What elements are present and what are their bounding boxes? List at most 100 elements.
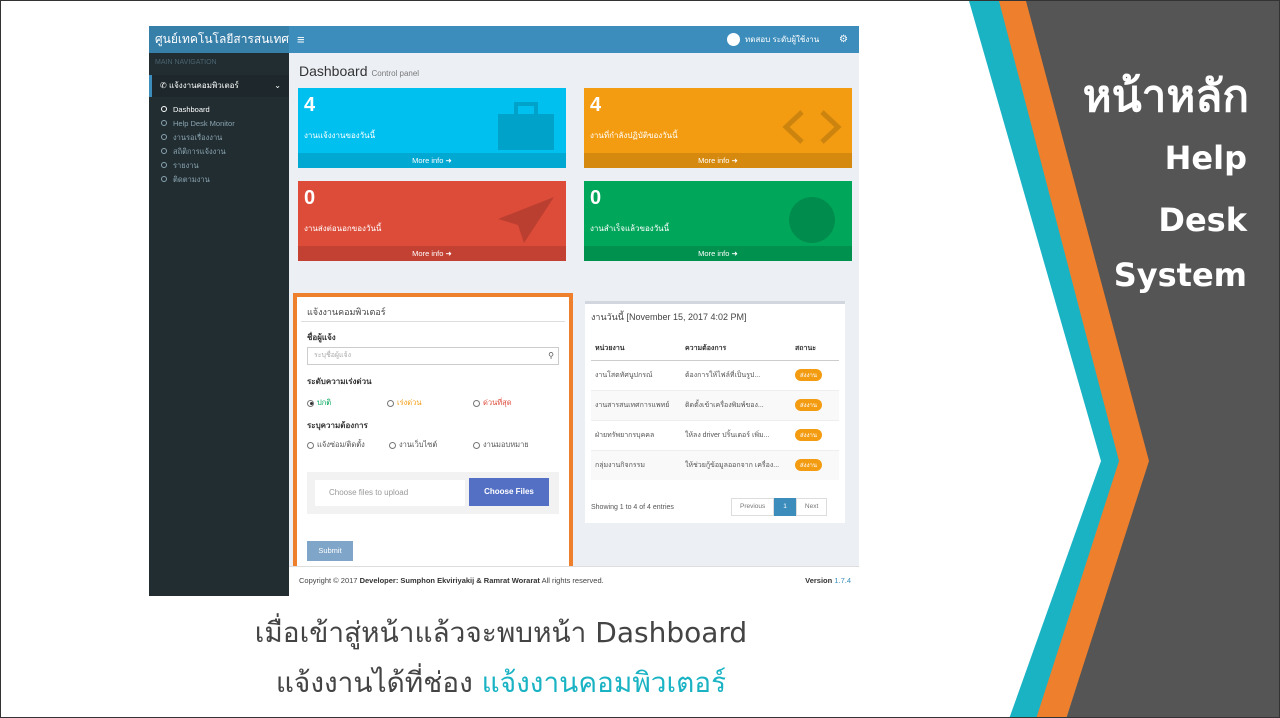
box-label: งานส่งต่อนอกของวันนี้ bbox=[304, 224, 382, 233]
cell-department: กลุ่มงานกิจกรรม bbox=[591, 449, 681, 480]
cell-need: ติดตั้งเข้าเครื่องพิมพ์ของ... bbox=[681, 389, 791, 420]
circle-icon bbox=[161, 134, 167, 140]
cell-department: งานสารสนเทศการแพทย์ bbox=[591, 389, 681, 420]
box-label: งานสำเร็จแล้วของวันนี้ bbox=[590, 224, 670, 233]
more-info-link[interactable]: More info ➜ bbox=[298, 246, 566, 261]
urgency-normal-radio[interactable]: ปกติ bbox=[307, 397, 331, 409]
status-badge: ส่งงาน bbox=[795, 429, 822, 441]
info-box-forwarded: 0 งานส่งต่อนอกของวันนี้ More info ➜ bbox=[298, 181, 566, 261]
more-info-link[interactable]: More info ➜ bbox=[584, 153, 852, 168]
sidebar-item-label: Help Desk Monitor bbox=[173, 119, 235, 128]
name-label: ชื่อผู้แจ้ง bbox=[307, 333, 336, 342]
app-screenshot: ศูนย์เทคโนโลยีสารสนเทศ ≡ ทดสอบ ระดับผู้ใ… bbox=[149, 26, 859, 596]
radio-label: เร่งด่วน bbox=[397, 398, 422, 407]
need-assigned-radio[interactable]: งานมอบหมาย bbox=[473, 439, 529, 451]
hamburger-icon[interactable]: ≡ bbox=[297, 26, 305, 53]
column-header[interactable]: สถานะ bbox=[791, 338, 839, 361]
next-page-button[interactable]: Next bbox=[795, 498, 828, 516]
submit-button[interactable]: Submit bbox=[307, 541, 353, 561]
file-upload-field[interactable]: Choose files to upload bbox=[315, 480, 465, 506]
divider bbox=[301, 321, 565, 322]
more-info-link[interactable]: More info ➜ bbox=[584, 246, 852, 261]
page-1-button[interactable]: 1 bbox=[774, 498, 796, 516]
caption-line-1: เมื่อเข้าสู่หน้าแล้วจะพบหน้า Dashboard bbox=[254, 616, 748, 649]
circle-icon bbox=[161, 120, 167, 126]
chevron-down-icon: ⌄ bbox=[274, 81, 281, 90]
table-heading: งานวันนี้ [November 15, 2017 4:02 PM] bbox=[591, 312, 747, 322]
radio-label: แจ้งซ่อม/ติดตั้ง bbox=[317, 440, 365, 449]
cell-status: ส่งงาน bbox=[791, 389, 839, 420]
box-count: 0 bbox=[304, 187, 316, 209]
sidebar-item-stats[interactable]: สถิติการแจ้งงาน bbox=[149, 145, 289, 159]
check-circle-icon bbox=[789, 197, 835, 243]
table-row[interactable]: งานสารสนเทศการแพทย์ ติดตั้งเข้าเครื่องพิ… bbox=[591, 389, 839, 420]
circle-icon bbox=[161, 148, 167, 154]
sidebar-submenu: Dashboard Help Desk Monitor งานรอเรื่องง… bbox=[149, 103, 289, 187]
file-upload: Choose files to upload Choose Files bbox=[307, 472, 559, 514]
slide: หน้าหลัก Help Desk System ศูนย์เทคโนโลยี… bbox=[0, 0, 1280, 718]
column-header[interactable]: หน่วยงาน bbox=[591, 338, 681, 361]
box-label: งานที่กำลังปฏิบัติของวันนี้ bbox=[590, 131, 678, 140]
user-avatar[interactable] bbox=[727, 33, 740, 46]
sidebar-item-dashboard[interactable]: Dashboard bbox=[149, 103, 289, 117]
jobs-table: หน่วยงาน ความต้องการ สถานะ งานโสตทัศนูปก… bbox=[591, 338, 839, 480]
more-info-label: More info bbox=[412, 156, 444, 165]
radio-label: ด่วนที่สุด bbox=[483, 398, 512, 407]
cell-need: ให้ลง driver ปริ้นเตอร์ เพิ่ม... bbox=[681, 419, 791, 450]
page-subtitle: Control panel bbox=[371, 69, 420, 78]
sidebar-item-reports[interactable]: รายงาน bbox=[149, 159, 289, 173]
cell-status: ส่งงาน bbox=[791, 419, 839, 450]
top-navbar: ศูนย์เทคโนโลยีสารสนเทศ ≡ ทดสอบ ระดับผู้ใ… bbox=[149, 26, 859, 53]
sidebar: MAIN NAVIGATION ✆ แจ้งงานคอมพิวเตอร์ ⌄ D… bbox=[149, 53, 289, 596]
slide-subtitle-help: Help bbox=[1164, 139, 1247, 177]
radio-label: ปกติ bbox=[317, 398, 332, 407]
more-info-link[interactable]: More info ➜ bbox=[298, 153, 566, 168]
reporter-name-input[interactable]: ระบุชื่อผู้แจ้ง ⚲ bbox=[307, 347, 559, 365]
previous-page-button[interactable]: Previous bbox=[731, 498, 775, 516]
app-logo[interactable]: ศูนย์เทคโนโลยีสารสนเทศ bbox=[149, 26, 289, 53]
box-count: 4 bbox=[590, 94, 602, 116]
urgency-most-urgent-radio[interactable]: ด่วนที่สุด bbox=[473, 397, 512, 409]
more-info-label: More info bbox=[698, 156, 730, 165]
paper-plane-icon bbox=[498, 197, 554, 243]
table-row[interactable]: กลุ่มงานกิจกรรม ให้ช่วยกู้ข้อมูลออกจาก เ… bbox=[591, 449, 839, 480]
status-badge: ส่งงาน bbox=[795, 369, 822, 381]
table-row[interactable]: งานโสตทัศนูปกรณ์ ต้องการให้ไฟล์ที่เป็นรู… bbox=[591, 359, 839, 390]
box-count: 4 bbox=[304, 94, 316, 116]
choose-files-button[interactable]: Choose Files bbox=[469, 478, 549, 506]
more-info-label: More info bbox=[698, 249, 730, 258]
copyright: Copyright © 2017 bbox=[299, 576, 358, 585]
slide-subtitle-system: System bbox=[1113, 256, 1247, 294]
sidebar-header: MAIN NAVIGATION bbox=[155, 59, 217, 66]
sidebar-item-label: Dashboard bbox=[173, 105, 210, 114]
circle-icon bbox=[161, 106, 167, 112]
sidebar-item-pending[interactable]: งานรอเรื่องงาน bbox=[149, 131, 289, 145]
sidebar-item-report-computer[interactable]: ✆ แจ้งงานคอมพิวเตอร์ ⌄ bbox=[149, 75, 289, 97]
sidebar-item-tracking[interactable]: ติดตามงาน bbox=[149, 173, 289, 187]
app-footer: Copyright © 2017 Developer: Sumphon Ekvi… bbox=[289, 566, 859, 596]
form-heading: แจ้งงานคอมพิวเตอร์ bbox=[307, 307, 386, 317]
gears-icon[interactable]: ⚙ bbox=[839, 26, 848, 53]
table-row[interactable]: ฝ่ายทรัพยากรบุคคล ให้ลง driver ปริ้นเตอร… bbox=[591, 419, 839, 450]
cell-status: ส่งงาน bbox=[791, 449, 839, 480]
need-repair-radio[interactable]: แจ้งซ่อม/ติดตั้ง bbox=[307, 439, 365, 451]
need-label: ระบุความต้องการ bbox=[307, 421, 368, 430]
rights-text: All rights reserved. bbox=[541, 576, 604, 585]
status-badge: ส่งงาน bbox=[795, 399, 822, 411]
version: Version 1.7.4 bbox=[805, 567, 851, 595]
sidebar-item-help-desk-monitor[interactable]: Help Desk Monitor bbox=[149, 117, 289, 131]
need-website-radio[interactable]: งานเว็บไซต์ bbox=[389, 439, 437, 451]
developer-credit: Developer: Sumphon Ekviriyakij & Ramrat … bbox=[359, 576, 540, 585]
caption-highlight: แจ้งงานคอมพิวเตอร์ bbox=[481, 666, 727, 699]
sidebar-item-label: สถิติการแจ้งงาน bbox=[173, 147, 226, 156]
cell-need: ให้ช่วยกู้ข้อมูลออกจาก เครื่อง... bbox=[681, 449, 791, 480]
radio-label: งานเว็บไซต์ bbox=[399, 440, 438, 449]
page-title: Dashboard Control panel bbox=[299, 63, 419, 79]
column-header[interactable]: ความต้องการ bbox=[681, 338, 791, 361]
user-name[interactable]: ทดสอบ ระดับผู้ใช้งาน bbox=[745, 26, 819, 53]
sidebar-item-label: ติดตามงาน bbox=[173, 175, 210, 184]
cell-department: ฝ่ายทรัพยากรบุคคล bbox=[591, 419, 681, 450]
urgency-urgent-radio[interactable]: เร่งด่วน bbox=[387, 397, 421, 409]
radio-label: งานมอบหมาย bbox=[483, 440, 529, 449]
version-label: Version bbox=[805, 576, 833, 585]
